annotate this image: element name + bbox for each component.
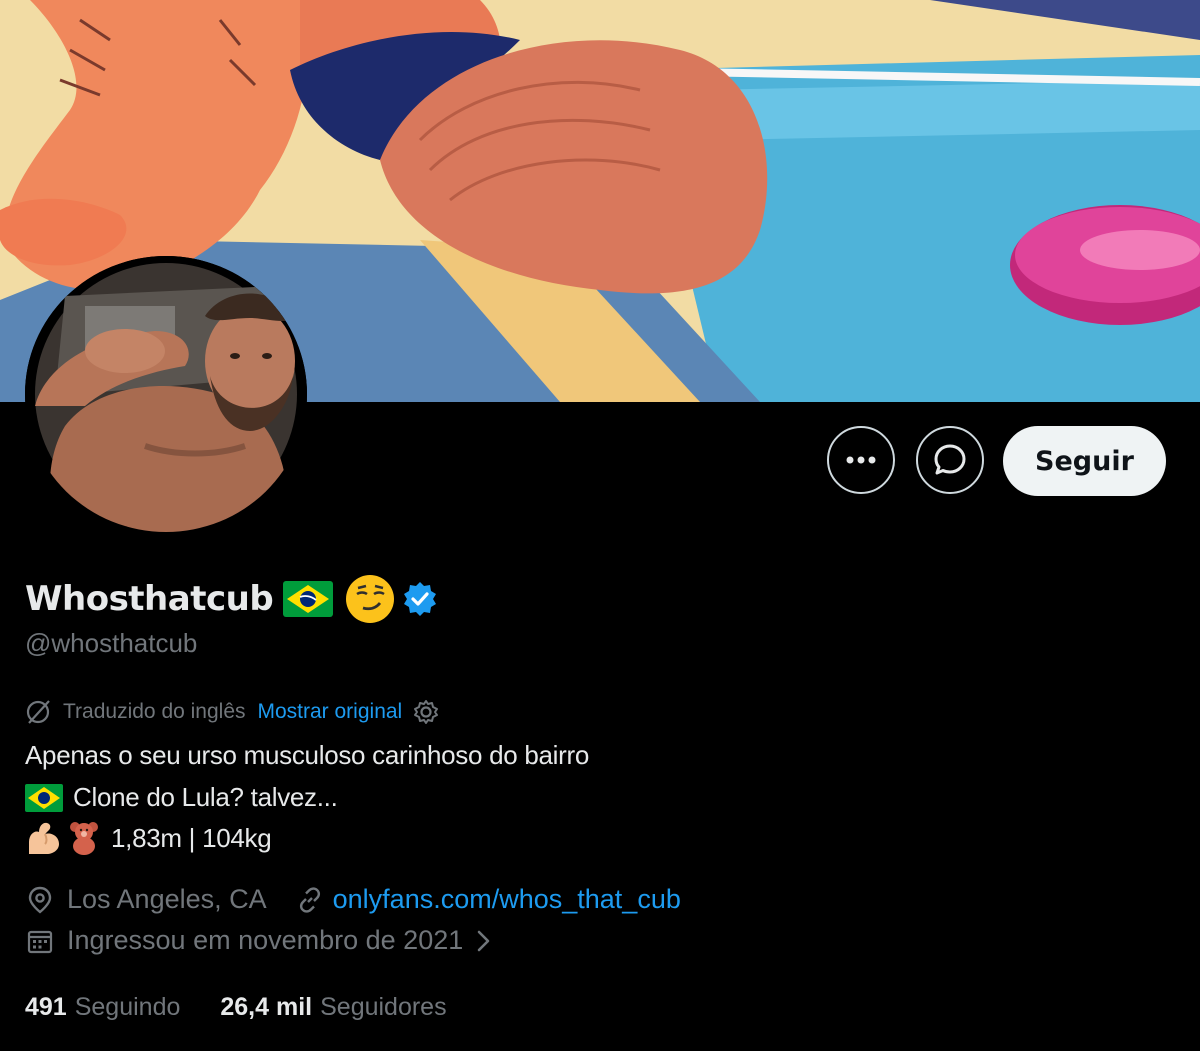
link-icon: [299, 886, 320, 913]
joined-text: Ingressou em novembro de 2021: [67, 925, 464, 955]
more-options-button[interactable]: [827, 426, 895, 494]
show-original-link[interactable]: Mostrar original: [258, 700, 403, 724]
location-pin-icon: [28, 886, 52, 914]
chevron-right-icon: [477, 930, 490, 951]
display-name: Whosthatcub: [25, 579, 274, 619]
bio-line-2: Clone do Lula? talvez...: [25, 782, 338, 813]
followers-label: Seguidores: [320, 993, 447, 1021]
joined-row[interactable]: Ingressou em novembro de 2021: [25, 925, 495, 956]
gear-icon[interactable]: [412, 698, 440, 726]
teddy-bear-icon: [70, 822, 98, 855]
follow-button[interactable]: Seguir: [1003, 426, 1166, 496]
verified-badge-icon[interactable]: [401, 580, 439, 618]
bio-text-1: Apenas o seu urso musculoso carinhoso do…: [25, 740, 590, 770]
translate-icon: [26, 700, 50, 724]
profile-avatar[interactable]: [25, 256, 307, 532]
followers-count: 26,4 mil: [220, 993, 313, 1021]
following-link[interactable]: 491 Seguindo: [25, 993, 180, 1022]
location-text: Los Angeles, CA: [67, 884, 267, 914]
more-icon: [846, 456, 876, 464]
profile-meta-row: Los Angeles, CA onlyfans.com/whos_that_c…: [25, 884, 681, 915]
following-count: 491: [25, 993, 67, 1021]
smirk-face-icon: [346, 575, 395, 623]
website-link[interactable]: onlyfans.com/whos_that_cub: [333, 884, 681, 915]
following-label: Seguindo: [74, 993, 181, 1021]
translation-row: Traduzido do inglês Mostrar original: [25, 696, 440, 728]
calendar-icon: [27, 930, 53, 953]
message-icon: [934, 444, 966, 475]
bio-text-2: Clone do Lula? talvez...: [73, 782, 338, 812]
profile-handle: @whosthatcub: [25, 628, 198, 658]
brazil-flag-icon: [283, 581, 334, 617]
message-button[interactable]: [916, 426, 984, 494]
bio-line-1: Apenas o seu urso musculoso carinhoso do…: [25, 740, 589, 771]
bio-text-3: 1,83m | 104kg: [111, 822, 272, 853]
bio-line-3: 1,83m | 104kg: [25, 820, 272, 856]
translation-label: Traduzido do inglês: [63, 700, 246, 723]
display-name-row: Whosthatcub: [25, 574, 439, 624]
followers-link[interactable]: 26,4 mil Seguidores: [220, 993, 446, 1022]
avatar-photo: [25, 256, 307, 532]
flexed-biceps-icon: [29, 822, 59, 854]
follow-stats: 491 Seguindo 26,4 mil Seguidores: [25, 993, 447, 1022]
brazil-flag-icon: [25, 783, 63, 812]
